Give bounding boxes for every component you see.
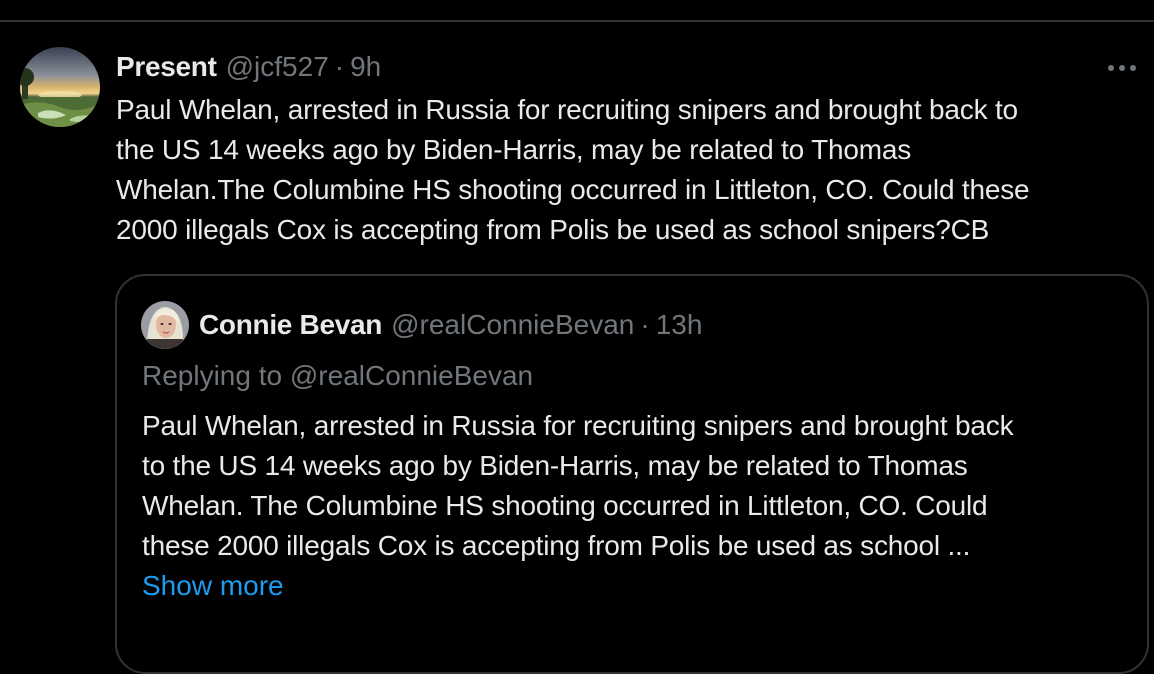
avatar[interactable] [20, 47, 100, 127]
tweet[interactable]: Present @jcf527 · 9h Paul Whelan, arrest… [0, 22, 1154, 674]
quote-separator-dot: · [640, 309, 650, 340]
tweet-timestamp[interactable]: 9h [350, 49, 381, 85]
replying-to-label: Replying to [142, 360, 290, 391]
quote-avatar [141, 301, 189, 349]
quote-avatar-portrait-image [141, 301, 189, 349]
avatar-landscape-image [20, 47, 100, 127]
quote-tweet-card[interactable]: Connie Bevan @realConnieBevan · 13h Repl… [115, 274, 1149, 674]
quote-header: Connie Bevan @realConnieBevan · 13h [199, 305, 702, 345]
author-handle[interactable]: @jcf527 [226, 49, 329, 85]
separator-dot: · [334, 51, 345, 82]
show-more-link[interactable]: Show more [142, 566, 284, 606]
more-horizontal-icon [1108, 65, 1136, 71]
quote-text: Paul Whelan, arrested in Russia for recr… [142, 410, 1014, 561]
tweet-text: Paul Whelan, arrested in Russia for recr… [116, 94, 1030, 245]
quote-timestamp[interactable]: 13h [656, 305, 703, 345]
more-options-button[interactable] [1104, 50, 1140, 86]
quote-author-handle[interactable]: @realConnieBevan [391, 305, 634, 345]
replying-to-line: Replying to @realConnieBevan [142, 356, 533, 396]
tweet-header: Present @jcf527 · 9h [116, 49, 381, 85]
replying-to-handle[interactable]: @realConnieBevan [290, 360, 533, 391]
quote-author-display-name[interactable]: Connie Bevan [199, 305, 382, 345]
author-display-name[interactable]: Present [116, 49, 217, 85]
